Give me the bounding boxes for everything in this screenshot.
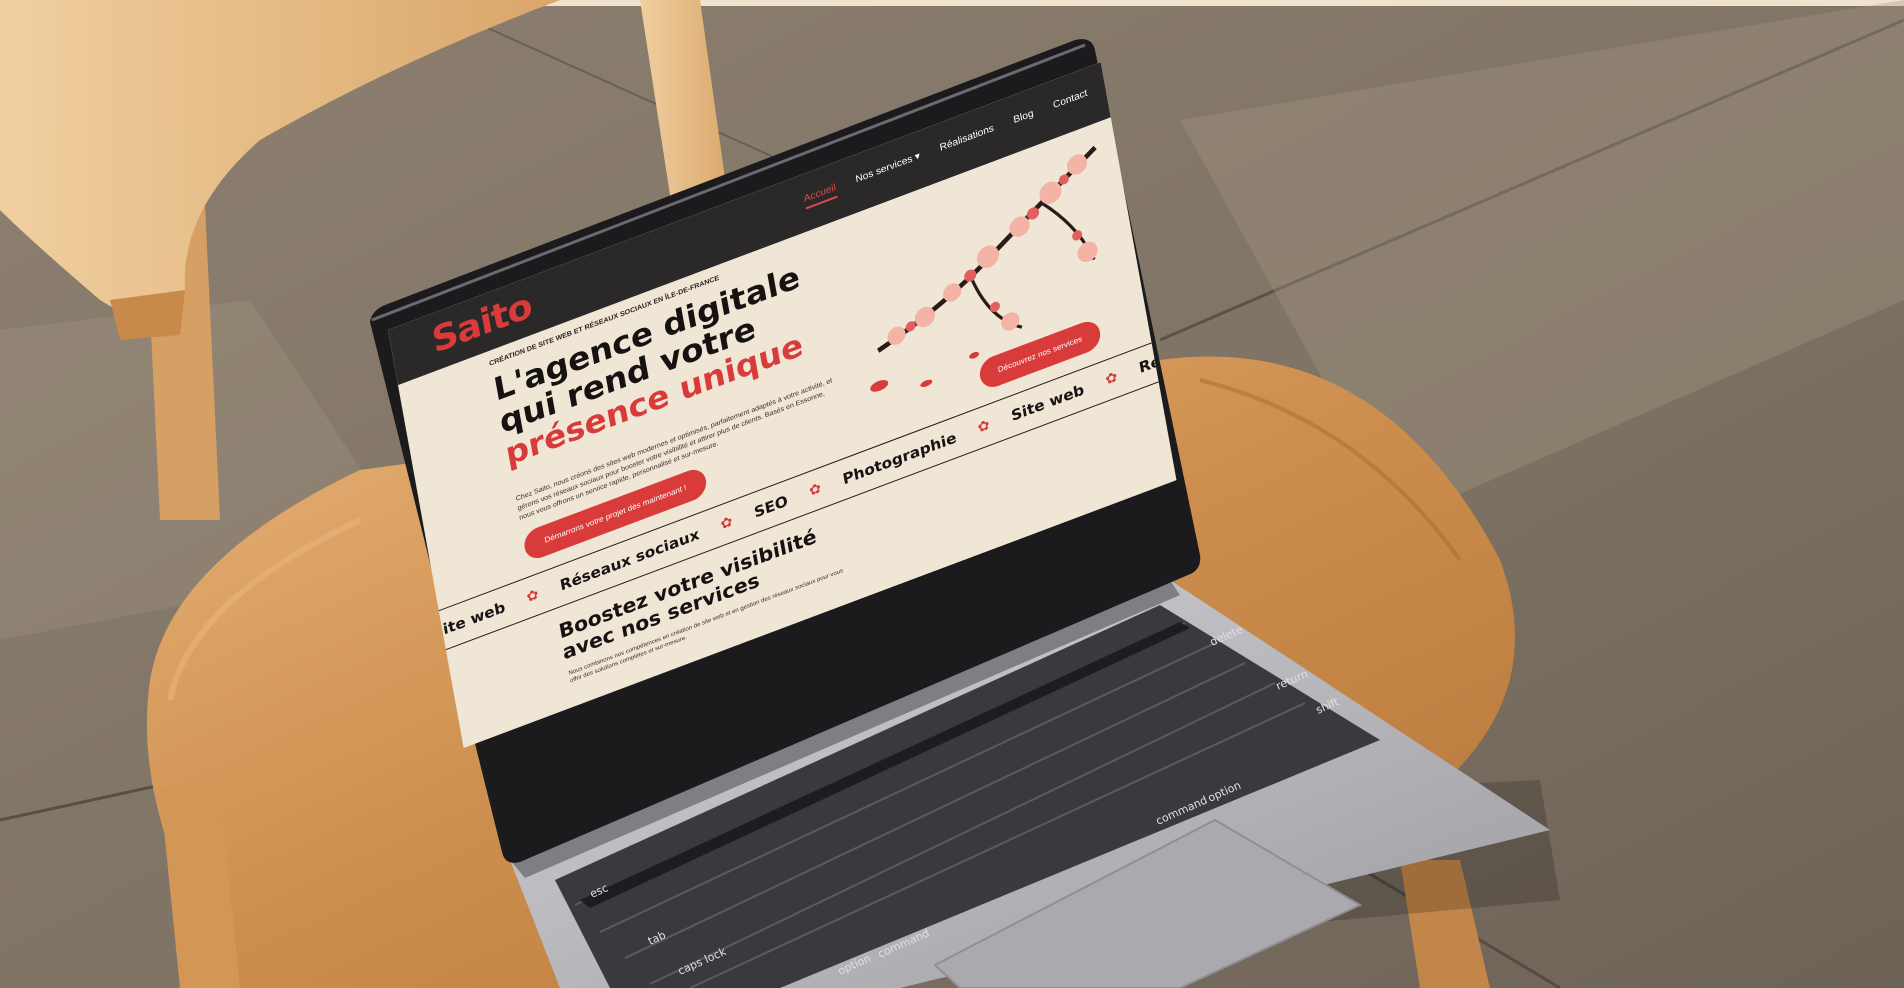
flower-icon: ✿ (1104, 368, 1119, 389)
flower-icon: ✿ (808, 480, 823, 500)
marquee-item: SEO (752, 491, 790, 522)
nav-blog[interactable]: Blog (1013, 108, 1036, 131)
nav-realisations[interactable]: Réalisations (939, 123, 996, 158)
nav-accueil[interactable]: Accueil (803, 182, 838, 210)
flower-icon: ✿ (719, 513, 734, 534)
marquee-item: Site web (1009, 380, 1086, 425)
photo-scene: esc tab caps lock option command return … (0, 0, 1904, 988)
nav-contact[interactable]: Contact (1052, 88, 1089, 116)
marquee-item: Photographie (841, 428, 958, 489)
flower-icon: ✿ (976, 416, 991, 437)
flower-icon: ✿ (525, 586, 540, 607)
nav-services[interactable]: Nos services ▾ (855, 151, 922, 190)
